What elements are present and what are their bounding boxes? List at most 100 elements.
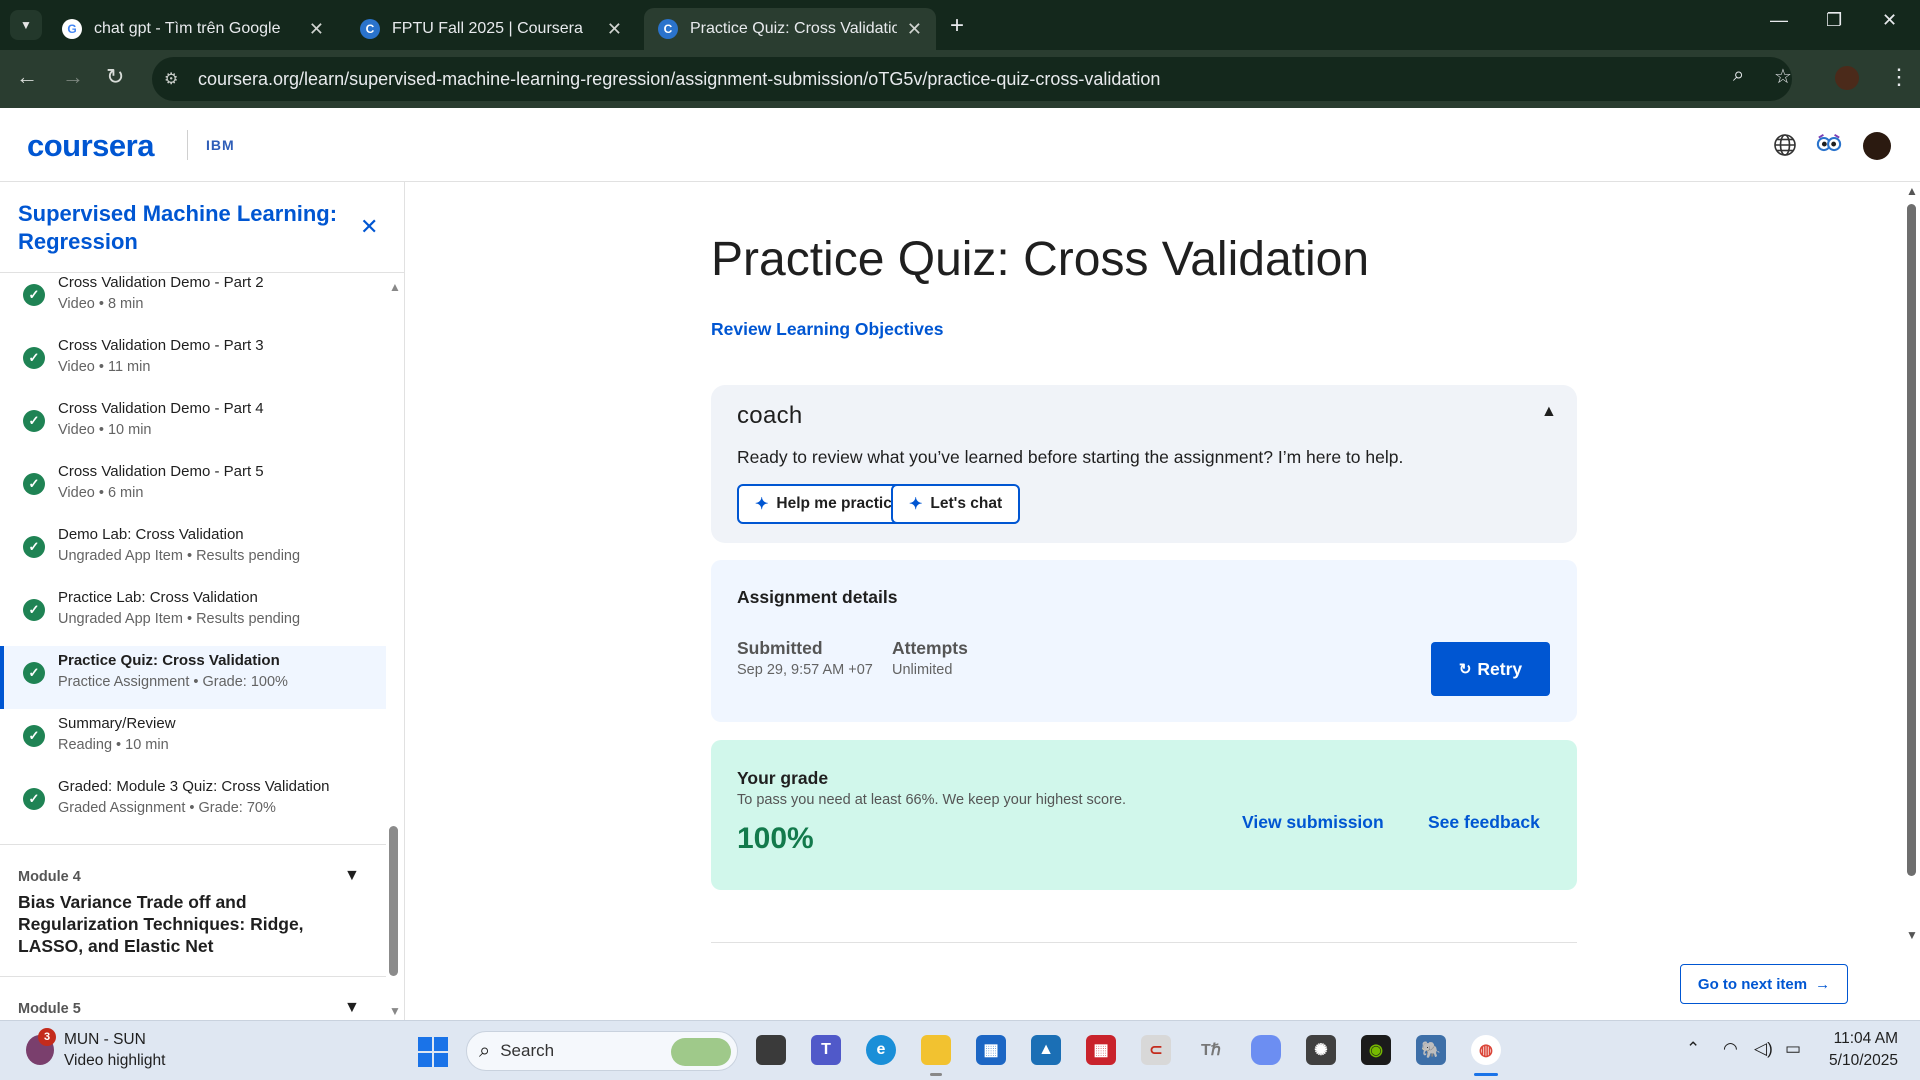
task-view-icon[interactable]: [756, 1035, 786, 1065]
retry-icon: ↻: [1458, 661, 1472, 678]
minimize-icon[interactable]: —: [1770, 10, 1788, 31]
main-content: Practice Quiz: Cross Validation Review L…: [406, 182, 1902, 1020]
windows-start-icon[interactable]: [418, 1037, 448, 1067]
chrome-icon[interactable]: ◍: [1471, 1035, 1501, 1065]
coach-logo: coach: [737, 402, 803, 429]
reload-icon[interactable]: ↻: [106, 64, 124, 90]
module-number: Module 5: [18, 1001, 81, 1017]
clock-time[interactable]: 11:04 AM: [1828, 1030, 1898, 1048]
calendar-icon[interactable]: ▦: [1086, 1035, 1116, 1065]
typography-icon[interactable]: Tℏ: [1196, 1035, 1226, 1065]
module-4-section[interactable]: Module 4 Bias Variance Trade off and Reg…: [0, 844, 386, 976]
widget-title[interactable]: MUN - SUN: [64, 1031, 146, 1049]
browser-tab-google[interactable]: G chat gpt - Tìm trên Google ✕: [48, 8, 338, 50]
attempts-value: Unlimited: [892, 662, 953, 678]
tab-title: chat gpt - Tìm trên Google: [94, 20, 281, 37]
chevron-down-icon[interactable]: ▼: [344, 867, 360, 885]
go-to-next-item-button[interactable]: Go to next item →: [1680, 964, 1848, 1004]
volume-icon[interactable]: ◁): [1754, 1039, 1773, 1059]
forward-icon[interactable]: →: [62, 64, 84, 90]
microsoft-store-icon[interactable]: ▦: [976, 1035, 1006, 1065]
close-tab-icon[interactable]: ✕: [309, 19, 324, 40]
sparkle-icon: ✦: [909, 496, 923, 513]
list-item[interactable]: ✓ Cross Validation Demo - Part 3 Video •…: [0, 331, 386, 394]
browser-menu-icon[interactable]: ⋮: [1888, 64, 1910, 90]
page-scrollbar[interactable]: ▲ ▼: [1902, 182, 1920, 1020]
list-item[interactable]: ✓ Demo Lab: Cross Validation Ungraded Ap…: [0, 520, 386, 583]
restore-icon[interactable]: ❐: [1826, 10, 1842, 31]
list-item[interactable]: ✓ Summary/Review Reading • 10 min: [0, 709, 386, 772]
photos-icon[interactable]: ▲: [1031, 1035, 1061, 1065]
see-feedback-link[interactable]: See feedback: [1428, 812, 1540, 833]
scroll-up-arrow-icon[interactable]: ▲: [1906, 184, 1918, 198]
clock-date[interactable]: 5/10/2025: [1808, 1052, 1898, 1070]
button-label: Let's chat: [930, 495, 1003, 512]
browser-tab-fptu[interactable]: C FPTU Fall 2025 | Coursera ✕: [346, 8, 636, 50]
list-item[interactable]: ✓ Cross Validation Demo - Part 4 Video •…: [0, 394, 386, 457]
arrow-right-icon: →: [1815, 975, 1831, 993]
profile-avatar-icon[interactable]: [1835, 66, 1859, 90]
view-submission-link[interactable]: View submission: [1242, 812, 1384, 833]
back-icon[interactable]: ←: [16, 64, 38, 90]
chevron-down-icon[interactable]: ▼: [344, 999, 360, 1017]
tab-search-dropdown-icon[interactable]: ▼: [10, 10, 42, 40]
postgres-icon[interactable]: 🐘: [1416, 1035, 1446, 1065]
retry-button[interactable]: ↻ Retry: [1431, 642, 1550, 696]
course-title[interactable]: Supervised Machine Learning: Regression: [18, 200, 338, 256]
nvidia-icon[interactable]: ◉: [1361, 1035, 1391, 1065]
grade-score: 100%: [737, 822, 814, 855]
url-text[interactable]: coursera.org/learn/supervised-machine-le…: [198, 69, 1160, 90]
scroll-down-arrow-icon[interactable]: ▼: [1906, 928, 1918, 942]
list-item[interactable]: ✓ Graded: Module 3 Quiz: Cross Validatio…: [0, 772, 386, 835]
list-item[interactable]: ✓ Cross Validation Demo - Part 5 Video •…: [0, 457, 386, 520]
chevron-up-icon[interactable]: ▲: [1541, 403, 1557, 421]
close-window-icon[interactable]: ✕: [1882, 10, 1897, 31]
lets-chat-button[interactable]: ✦ Let's chat: [891, 484, 1021, 524]
item-name: Graded: Module 3 Quiz: Cross Validation: [58, 778, 330, 795]
copilot-icon[interactable]: [1251, 1035, 1281, 1065]
button-label: Go to next item: [1697, 975, 1808, 993]
browser-tab-active[interactable]: C Practice Quiz: Cross Validation | ✕: [644, 8, 936, 50]
scroll-up-arrow-icon[interactable]: ▲: [389, 280, 401, 294]
language-globe-icon[interactable]: [1772, 132, 1798, 158]
zoom-icon[interactable]: ⌕: [1733, 64, 1744, 87]
sidebar-scrollbar-thumb[interactable]: [389, 826, 398, 976]
site-info-icon[interactable]: ⚙: [164, 69, 188, 89]
button-label: Help me practice: [776, 495, 901, 512]
grade-note: To pass you need at least 66%. We keep y…: [737, 792, 1127, 808]
running-indicator: [930, 1073, 942, 1076]
battery-icon[interactable]: ▭: [1785, 1039, 1801, 1059]
list-item[interactable]: ✓ Practice Lab: Cross Validation Ungrade…: [0, 583, 386, 646]
page-scrollbar-thumb[interactable]: [1907, 204, 1916, 876]
address-bar[interactable]: ⚙ coursera.org/learn/supervised-machine-…: [152, 57, 1792, 101]
close-tab-icon[interactable]: ✕: [907, 19, 922, 40]
review-objectives-link[interactable]: Review Learning Objectives: [711, 319, 943, 340]
button-label: Retry: [1477, 658, 1523, 679]
completed-check-icon: ✓: [23, 410, 45, 432]
show-hidden-icons-icon[interactable]: ⌃: [1686, 1039, 1700, 1059]
module-5-section[interactable]: Module 5 ▼: [0, 976, 386, 1020]
coach-owl-icon[interactable]: [1816, 132, 1842, 158]
close-sidebar-icon[interactable]: ✕: [360, 214, 378, 240]
bookmark-star-icon[interactable]: ☆: [1774, 64, 1792, 89]
file-explorer-icon[interactable]: [921, 1035, 951, 1065]
item-name: Summary/Review: [58, 715, 176, 732]
sparkle-icon: ✦: [755, 496, 769, 513]
list-item-current[interactable]: ✓ Practice Quiz: Cross Validation Practi…: [0, 646, 386, 709]
partner-logo: IBM: [206, 137, 235, 153]
edge-icon[interactable]: e: [866, 1035, 896, 1065]
app-red-icon[interactable]: ⊂: [1141, 1035, 1171, 1065]
user-avatar[interactable]: [1863, 132, 1891, 160]
list-item[interactable]: ✓ Cross Validation Demo - Part 2 Video •…: [0, 268, 386, 331]
coursera-icon: C: [360, 19, 380, 39]
search-icon: ⌕: [479, 1039, 491, 1062]
teams-icon[interactable]: T: [811, 1035, 841, 1065]
widget-subtitle[interactable]: Video highlight: [64, 1052, 165, 1070]
taskbar-search[interactable]: ⌕ Search: [466, 1031, 738, 1071]
fan-control-icon[interactable]: ✺: [1306, 1035, 1336, 1065]
wifi-icon[interactable]: ◠: [1723, 1039, 1738, 1059]
coursera-logo[interactable]: coursera: [27, 128, 154, 164]
new-tab-icon[interactable]: +: [950, 12, 964, 40]
scroll-down-arrow-icon[interactable]: ▼: [389, 1004, 401, 1018]
close-tab-icon[interactable]: ✕: [607, 19, 622, 40]
